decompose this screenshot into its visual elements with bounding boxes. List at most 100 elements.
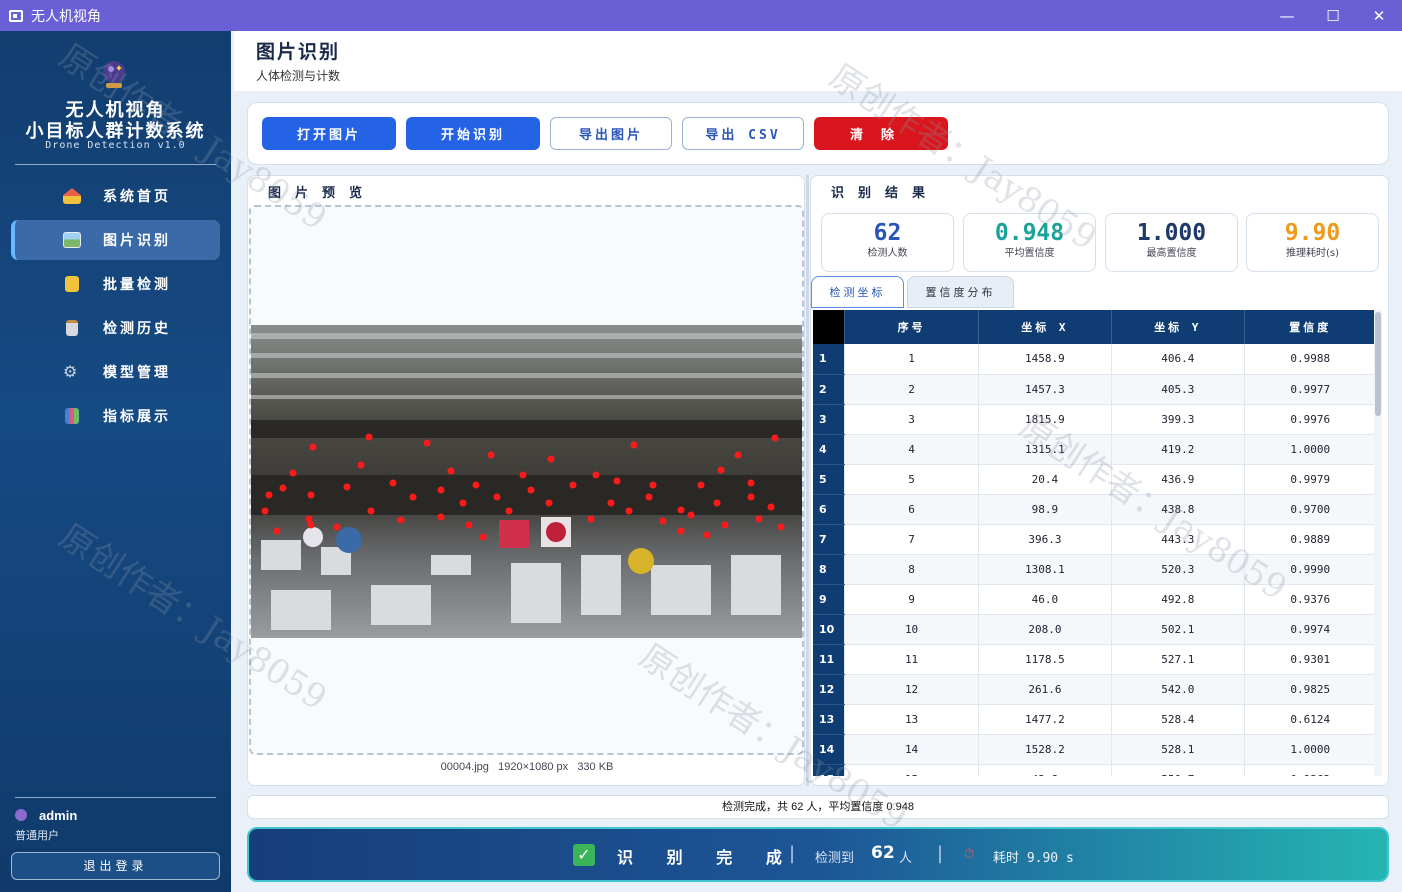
table-cell[interactable]: 10 [844,614,979,645]
table-cell[interactable]: 438.8 [1111,494,1245,525]
table-cell[interactable]: 208.0 [978,614,1113,645]
table-cell[interactable]: 261.6 [978,674,1113,705]
table-cell[interactable]: 1 [844,344,979,375]
open-image-button[interactable]: 打开图片 [262,117,396,150]
table-row[interactable]: 6 6 98.9 438.8 0.9700 [813,494,1377,525]
table-cell[interactable]: 0.9825 [1244,674,1377,705]
sidebar-item-models[interactable]: ⚙ 模型管理 [11,352,220,392]
tab-detection-coords[interactable]: 检测坐标 [811,276,904,308]
maximize-button[interactable]: ☐ [1310,0,1356,31]
table-cell[interactable]: 528.1 [1111,734,1245,765]
row-header[interactable]: 5 [813,464,846,495]
column-header[interactable]: 序号 [844,310,979,344]
table-cell[interactable]: 528.4 [1111,704,1245,735]
table-row[interactable]: 5 5 20.4 436.9 0.9979 [813,464,1377,495]
table-cell[interactable]: 1815.9 [978,404,1113,435]
sidebar-item-batch[interactable]: 批量检测 [11,264,220,304]
sidebar-item-history[interactable]: 检测历史 [11,308,220,348]
row-header[interactable]: 6 [813,494,846,525]
table-cell[interactable]: 0.9990 [1244,554,1377,585]
start-detection-button[interactable]: 开始识别 [406,117,540,150]
table-cell[interactable]: 396.3 [978,524,1113,555]
table-row[interactable]: 1 1 1458.9 406.4 0.9988 [813,344,1377,375]
row-header[interactable]: 8 [813,554,846,585]
table-cell[interactable]: 0.9974 [1244,614,1377,645]
sidebar-item-home[interactable]: 系统首页 [11,176,220,216]
table-cell[interactable]: 98.9 [978,494,1113,525]
table-cell[interactable]: 7 [844,524,979,555]
table-corner[interactable] [813,310,846,344]
minimize-button[interactable]: — [1264,0,1310,31]
table-cell[interactable]: 436.9 [1111,464,1245,495]
table-cell[interactable]: 1477.2 [978,704,1113,735]
sidebar-item-image-detection[interactable]: 图片识别 [11,220,220,260]
table-row[interactable]: 13 13 1477.2 528.4 0.6124 [813,704,1377,735]
table-cell[interactable]: 46.0 [978,584,1113,615]
image-drop-area[interactable] [249,205,804,755]
table-row[interactable]: 7 7 396.3 443.3 0.9889 [813,524,1377,555]
table-cell[interactable]: 0.9889 [1244,524,1377,555]
table-row[interactable]: 14 14 1528.2 528.1 1.0000 [813,734,1377,765]
table-cell[interactable]: 2 [844,374,979,405]
table-cell[interactable]: 0.9976 [1244,404,1377,435]
row-header[interactable]: 4 [813,434,846,465]
table-cell[interactable]: 550.7 [1111,764,1245,776]
table-cell[interactable]: 9 [844,584,979,615]
table-cell[interactable]: 13 [844,704,979,735]
table-cell[interactable]: 520.3 [1111,554,1245,585]
table-cell[interactable]: 12 [844,674,979,705]
row-header[interactable]: 15 [813,764,846,776]
table-row[interactable]: 8 8 1308.1 520.3 0.9990 [813,554,1377,585]
table-row[interactable]: 151543.8550.70.9363 [813,764,1377,776]
row-header[interactable]: 11 [813,644,846,675]
table-cell[interactable]: 11 [844,644,979,675]
table-cell[interactable]: 1315.1 [978,434,1113,465]
table-cell[interactable]: 0.9977 [1244,374,1377,405]
table-cell[interactable]: 4 [844,434,979,465]
table-cell[interactable]: 20.4 [978,464,1113,495]
table-row[interactable]: 2 2 1457.3 405.3 0.9977 [813,374,1377,405]
row-header[interactable]: 2 [813,374,846,405]
table-row[interactable]: 9 9 46.0 492.8 0.9376 [813,584,1377,615]
logout-button[interactable]: 退出登录 [11,852,220,880]
table-cell[interactable]: 14 [844,734,979,765]
table-row[interactable]: 4 4 1315.1 419.2 1.0000 [813,434,1377,465]
table-cell[interactable]: 406.4 [1111,344,1245,375]
table-cell[interactable]: 1458.9 [978,344,1113,375]
table-cell[interactable]: 1528.2 [978,734,1113,765]
table-cell[interactable]: 0.6124 [1244,704,1377,735]
table-cell[interactable]: 1.0000 [1244,734,1377,765]
table-cell[interactable]: 0.9700 [1244,494,1377,525]
table-cell[interactable]: 6 [844,494,979,525]
table-cell[interactable]: 399.3 [1111,404,1245,435]
row-header[interactable]: 1 [813,344,846,375]
table-cell[interactable]: 0.9301 [1244,644,1377,675]
table-row[interactable]: 11 11 1178.5 527.1 0.9301 [813,644,1377,675]
row-header[interactable]: 3 [813,404,846,435]
table-cell[interactable]: 527.1 [1111,644,1245,675]
row-header[interactable]: 13 [813,704,846,735]
clear-button[interactable]: 清除 [814,117,948,150]
table-cell[interactable]: 15 [844,764,979,776]
table-row[interactable]: 12 12 261.6 542.0 0.9825 [813,674,1377,705]
row-header[interactable]: 14 [813,734,846,765]
row-header[interactable]: 10 [813,614,846,645]
export-image-button[interactable]: 导出图片 [550,117,672,150]
row-header[interactable]: 9 [813,584,846,615]
table-cell[interactable]: 5 [844,464,979,495]
scrollbar-thumb[interactable] [1375,312,1381,416]
table-cell[interactable]: 0.9376 [1244,584,1377,615]
table-cell[interactable]: 43.8 [978,764,1113,776]
export-csv-button[interactable]: 导出 CSV [682,117,804,150]
column-header[interactable]: 坐标 X [978,310,1113,344]
table-cell[interactable]: 443.3 [1111,524,1245,555]
table-cell[interactable]: 1457.3 [978,374,1113,405]
table-cell[interactable]: 0.9979 [1244,464,1377,495]
table-scrollbar[interactable] [1374,310,1382,776]
panel-splitter[interactable] [806,175,809,786]
row-header[interactable]: 7 [813,524,846,555]
sidebar-item-metrics[interactable]: 指标展示 [11,396,220,436]
table-cell[interactable]: 0.9988 [1244,344,1377,375]
table-row[interactable]: 10 10 208.0 502.1 0.9974 [813,614,1377,645]
table-cell[interactable]: 502.1 [1111,614,1245,645]
